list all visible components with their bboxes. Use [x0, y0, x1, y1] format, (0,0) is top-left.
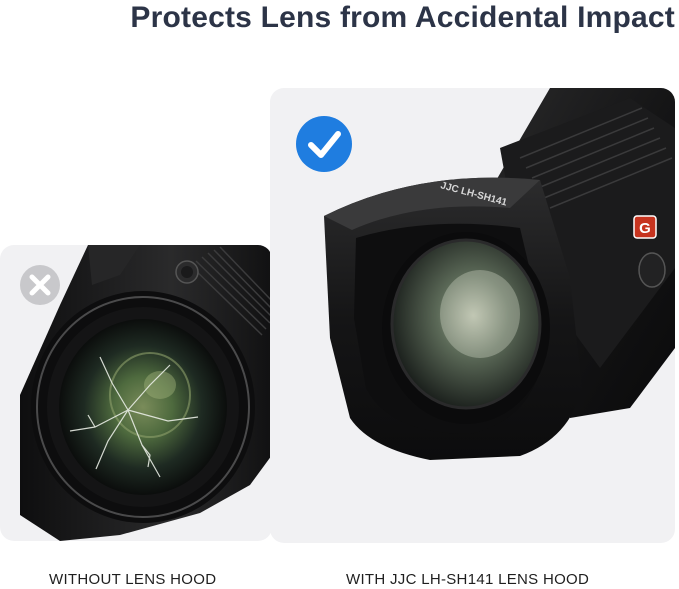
with-hood-caption: WITH JJC LH-SH141 LENS HOOD — [346, 571, 590, 588]
without-hood-caption: WITHOUT LENS HOOD — [49, 571, 217, 588]
with-hood-panel: G JJC LH-SH141 — [270, 88, 675, 543]
checkmark-icon — [296, 116, 352, 172]
page-title: Protects Lens from Accidental Impact — [130, 1, 675, 34]
without-hood-panel — [0, 245, 272, 541]
g-master-badge: G — [639, 220, 651, 237]
x-mark-icon — [20, 265, 60, 305]
